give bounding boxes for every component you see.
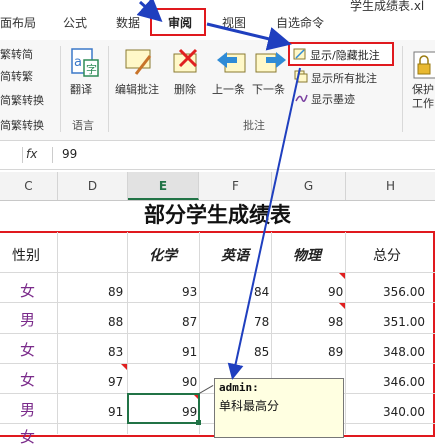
arrow-to-show-hide (206, 22, 292, 51)
arrow-to-review-tab (136, 0, 163, 22)
arrow-to-comment (227, 67, 301, 380)
annotation-arrows (136, 0, 301, 380)
